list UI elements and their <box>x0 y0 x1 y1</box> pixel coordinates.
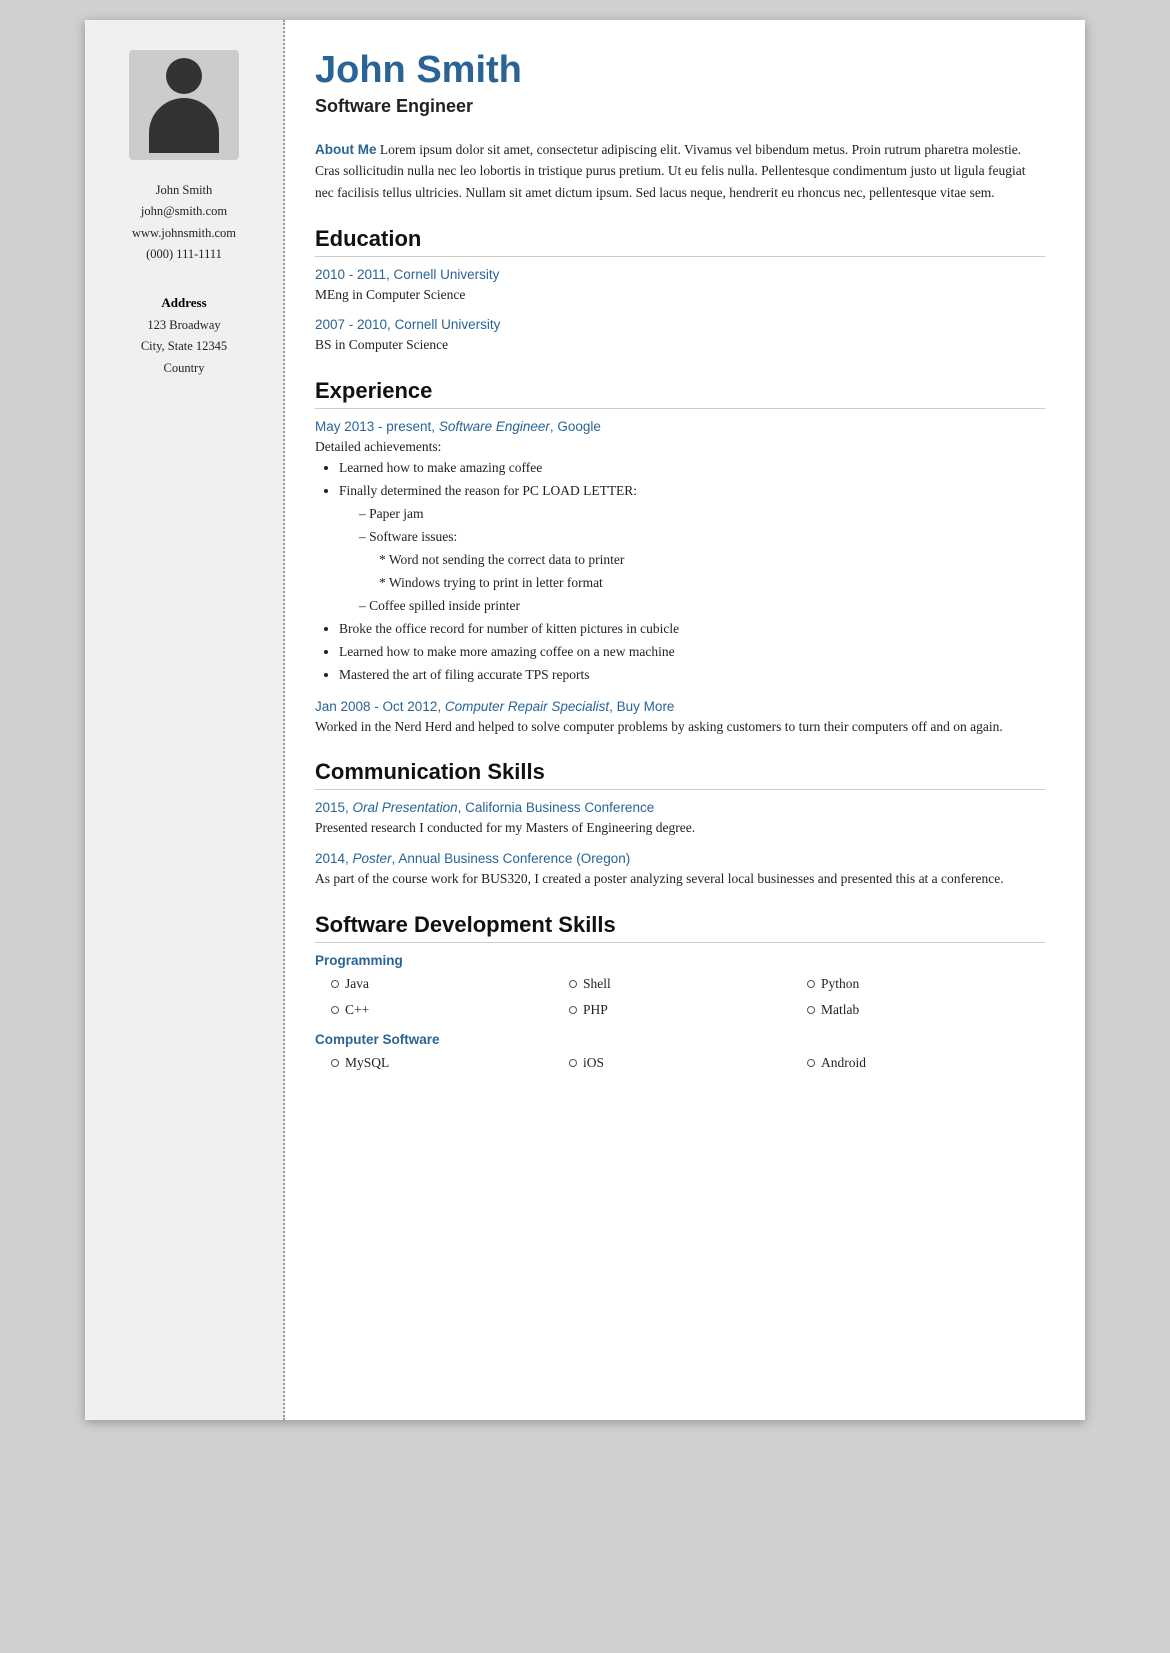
skill-ios: iOS <box>569 1051 807 1075</box>
sub-bullet-list: Paper jam Software issues: Word not send… <box>339 503 1045 618</box>
comm-desc-0: Presented research I conducted for my Ma… <box>315 817 1045 839</box>
skill-circle-icon <box>331 1006 339 1014</box>
experience-heading: Experience <box>315 378 1045 409</box>
sidebar: John Smith john@smith.com www.johnsmith.… <box>85 20 285 1420</box>
computer-software-category: Computer Software MySQL iOS Android <box>315 1032 1045 1075</box>
experience-title-0: May 2013 - present, Software Engineer, G… <box>315 419 1045 434</box>
sidebar-address-line2: City, State 12345 <box>141 336 227 357</box>
skill-circle-icon <box>331 1059 339 1067</box>
comm-title-1: 2014, Poster, Annual Business Conference… <box>315 851 1045 866</box>
about-me-paragraph: About Me Lorem ipsum dolor sit amet, con… <box>315 139 1045 204</box>
avatar <box>129 50 239 160</box>
skill-circle-icon <box>807 980 815 988</box>
skill-python: Python <box>807 972 1045 996</box>
sub-sub-bullet-item: Word not sending the correct data to pri… <box>379 549 1045 572</box>
comm-entry-1: 2014, Poster, Annual Business Conference… <box>315 851 1045 890</box>
sidebar-email: john@smith.com <box>132 201 236 222</box>
experience-title-1: Jan 2008 - Oct 2012, Computer Repair Spe… <box>315 699 1045 714</box>
skill-mysql: MySQL <box>331 1051 569 1075</box>
communication-skills-heading: Communication Skills <box>315 759 1045 790</box>
sidebar-contact-info: John Smith john@smith.com www.johnsmith.… <box>132 180 236 265</box>
bullet-item: Learned how to make amazing coffee <box>339 457 1045 480</box>
education-title-1: 2007 - 2010, Cornell University <box>315 317 1045 332</box>
education-desc-1: BS in Computer Science <box>315 334 1045 356</box>
bullet-item: Learned how to make more amazing coffee … <box>339 641 1045 664</box>
full-name: John Smith <box>315 50 1045 92</box>
about-me-section: About Me Lorem ipsum dolor sit amet, con… <box>315 139 1045 204</box>
education-title-0: 2010 - 2011, Cornell University <box>315 267 1045 282</box>
sidebar-website: www.johnsmith.com <box>132 223 236 244</box>
skill-circle-icon <box>569 1006 577 1014</box>
programming-category: Programming Java Shell Python C++ PHP Ma… <box>315 953 1045 1023</box>
avatar-figure <box>149 58 219 153</box>
resume-page: John Smith john@smith.com www.johnsmith.… <box>85 20 1085 1420</box>
sub-sub-bullet-list: Word not sending the correct data to pri… <box>359 549 1045 595</box>
bullet-item: Broke the office record for number of ki… <box>339 618 1045 641</box>
main-content: John Smith Software Engineer About Me Lo… <box>285 20 1085 1420</box>
avatar-body <box>149 98 219 153</box>
software-skills-heading: Software Development Skills <box>315 912 1045 943</box>
job-title: Software Engineer <box>315 96 1045 117</box>
communication-skills-section: Communication Skills 2015, Oral Presenta… <box>315 759 1045 889</box>
avatar-head <box>166 58 202 94</box>
experience-entry-1: Jan 2008 - Oct 2012, Computer Repair Spe… <box>315 699 1045 738</box>
sidebar-address-line3: Country <box>141 358 227 379</box>
experience-intro-0: Detailed achievements: <box>315 436 1045 458</box>
skill-shell: Shell <box>569 972 807 996</box>
skill-circle-icon <box>807 1006 815 1014</box>
skill-php: PHP <box>569 998 807 1022</box>
comm-entry-0: 2015, Oral Presentation, California Busi… <box>315 800 1045 839</box>
skill-circle-icon <box>569 980 577 988</box>
experience-desc-1: Worked in the Nerd Herd and helped to so… <box>315 716 1045 738</box>
skill-matlab: Matlab <box>807 998 1045 1022</box>
sub-bullet-item: Coffee spilled inside printer <box>359 595 1045 618</box>
education-desc-0: MEng in Computer Science <box>315 284 1045 306</box>
sub-bullet-item: Paper jam <box>359 503 1045 526</box>
skill-circle-icon <box>331 980 339 988</box>
about-me-label: About Me <box>315 142 377 157</box>
education-entry-1: 2007 - 2010, Cornell University BS in Co… <box>315 317 1045 356</box>
sidebar-address-line1: 123 Broadway <box>141 315 227 336</box>
comm-desc-1: As part of the course work for BUS320, I… <box>315 868 1045 890</box>
experience-entry-0: May 2013 - present, Software Engineer, G… <box>315 419 1045 687</box>
skill-java: Java <box>331 972 569 996</box>
about-me-text: Lorem ipsum dolor sit amet, consectetur … <box>315 142 1026 200</box>
bullet-item: Finally determined the reason for PC LOA… <box>339 480 1045 618</box>
software-skills-section: Software Development Skills Programming … <box>315 912 1045 1076</box>
sidebar-name: John Smith <box>132 180 236 201</box>
computer-software-skills-grid: MySQL iOS Android <box>315 1051 1045 1075</box>
skill-circle-icon <box>807 1059 815 1067</box>
education-section: Education 2010 - 2011, Cornell Universit… <box>315 226 1045 356</box>
experience-bullet-list-0: Learned how to make amazing coffee Final… <box>315 457 1045 686</box>
sidebar-address: 123 Broadway City, State 12345 Country <box>141 315 227 379</box>
skill-cpp: C++ <box>331 998 569 1022</box>
skill-android: Android <box>807 1051 1045 1075</box>
programming-label: Programming <box>315 953 1045 968</box>
education-heading: Education <box>315 226 1045 257</box>
header-section: John Smith Software Engineer <box>315 50 1045 117</box>
sub-sub-bullet-item: Windows trying to print in letter format <box>379 572 1045 595</box>
sidebar-phone: (000) 111-1111 <box>132 244 236 265</box>
sidebar-address-label: Address <box>161 295 206 311</box>
experience-section: Experience May 2013 - present, Software … <box>315 378 1045 738</box>
bullet-item: Mastered the art of filing accurate TPS … <box>339 664 1045 687</box>
programming-skills-grid: Java Shell Python C++ PHP Matlab <box>315 972 1045 1023</box>
computer-software-label: Computer Software <box>315 1032 1045 1047</box>
skill-circle-icon <box>569 1059 577 1067</box>
sub-bullet-item: Software issues: Word not sending the co… <box>359 526 1045 595</box>
education-entry-0: 2010 - 2011, Cornell University MEng in … <box>315 267 1045 306</box>
comm-title-0: 2015, Oral Presentation, California Busi… <box>315 800 1045 815</box>
